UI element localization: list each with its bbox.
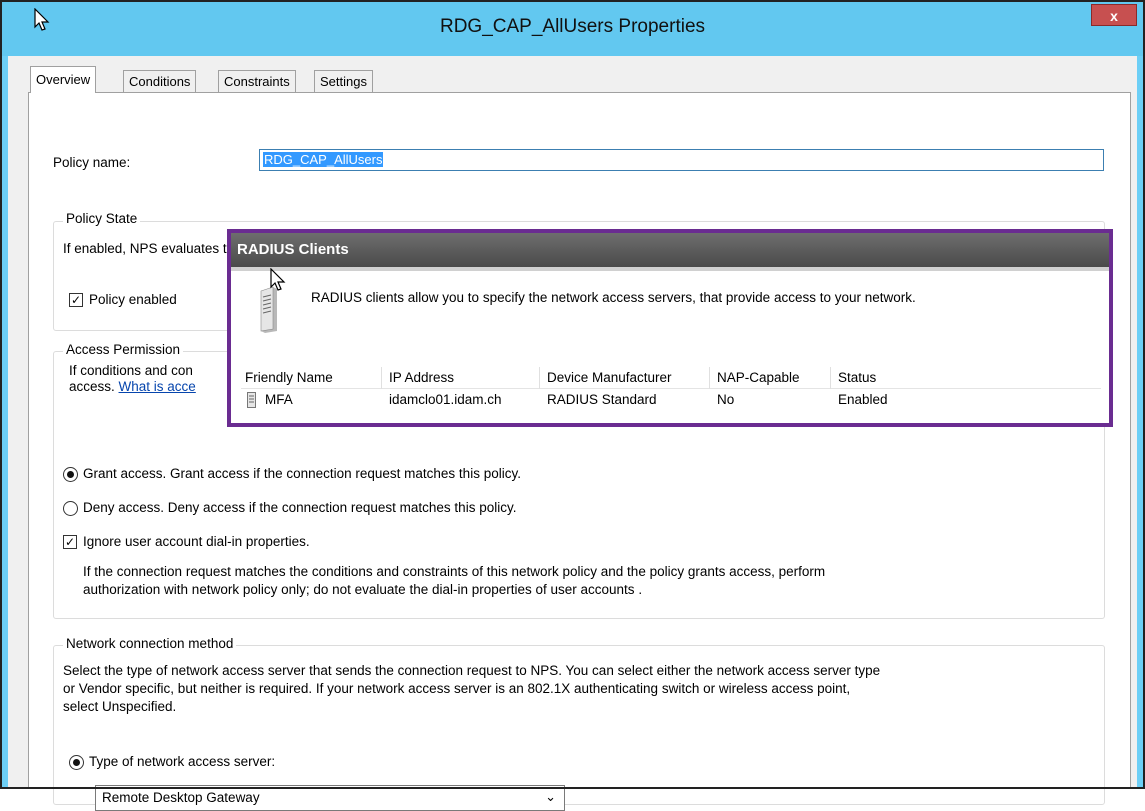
overview-tab-page: Policy name: RDG_CAP_AllUsers Policy Sta… [28,92,1131,811]
access-permission-desc-line1: If conditions and con [69,363,193,378]
ignore-dialin-checkbox[interactable]: ✓ [63,535,77,549]
column-header-device-manufacturer[interactable]: Device Manufacturer [547,370,672,385]
title-bar[interactable]: RDG_CAP_AllUsers Properties x [2,2,1143,56]
column-header-status[interactable]: Status [838,370,876,385]
network-connection-desc-line1: Select the type of network access server… [63,663,881,678]
policy-state-title: Policy State [63,211,141,226]
policy-name-value: RDG_CAP_AllUsers [263,152,384,167]
deny-access-radio[interactable] [63,501,78,516]
window-title: RDG_CAP_AllUsers Properties [439,16,706,37]
server-icon [260,286,277,333]
cell-device-manufacturer: RADIUS Standard [547,392,657,407]
mouse-cursor-icon [34,8,50,31]
nas-type-radio[interactable] [69,755,84,770]
policy-enabled-checkbox[interactable]: ✓ [69,293,83,307]
column-header-ip-address[interactable]: IP Address [389,370,454,385]
network-connection-desc-line2: or Vendor specific, but neither is requi… [63,681,851,696]
ignore-dialin-desc-line1: If the connection request matches the co… [83,564,826,579]
access-permission-desc-line2: access. What is acce [69,379,196,394]
table-header-row: Friendly Name IP Address Device Manufact… [241,367,1101,389]
cell-ip-address: idamclo01.idam.ch [389,392,502,407]
cell-status: Enabled [838,392,888,407]
grant-access-radio[interactable] [63,467,78,482]
nas-type-label: Type of network access server: [89,754,276,769]
network-connection-desc-line3: select Unspecified. [63,699,177,714]
tab-conditions[interactable]: Conditions [123,70,197,92]
policy-enabled-label: Policy enabled [89,292,177,307]
access-permission-title: Access Permission [63,342,184,357]
tab-constraints[interactable]: Constraints [218,70,296,92]
chevron-down-icon: ⌄ [545,789,556,804]
radius-clients-description: RADIUS clients allow you to specify the … [311,290,916,305]
nas-type-value: Remote Desktop Gateway [102,790,260,805]
radius-header-divider [231,267,1109,271]
network-connection-title: Network connection method [63,636,237,651]
grant-access-label: Grant access. Grant access if the connec… [83,466,521,481]
radius-clients-panel: RADIUS Clients RADIUS clients allow you … [227,229,1113,427]
table-row[interactable]: MFA idamclo01.idam.ch RADIUS Standard No… [241,389,1101,411]
radius-clients-table: Friendly Name IP Address Device Manufact… [241,367,1101,411]
server-icon [247,392,256,408]
ignore-dialin-label: Ignore user account dial-in properties. [83,534,310,549]
ignore-dialin-desc-line2: authorization with network policy only; … [83,582,643,597]
what-is-access-link[interactable]: What is acce [119,379,196,394]
tab-settings[interactable]: Settings [314,70,373,92]
radius-clients-header: RADIUS Clients [231,233,1109,267]
policy-name-label: Policy name: [53,155,131,170]
tab-overview[interactable]: Overview [30,66,97,93]
deny-access-label: Deny access. Deny access if the connecti… [83,500,517,515]
policy-name-input[interactable]: RDG_CAP_AllUsers [259,149,1104,171]
cell-friendly-name: MFA [265,392,293,407]
column-header-nap-capable[interactable]: NAP-Capable [717,370,800,385]
column-header-friendly-name[interactable]: Friendly Name [245,370,333,385]
cell-nap-capable: No [717,392,735,407]
close-button[interactable]: x [1091,4,1137,26]
mouse-cursor-icon [270,268,286,291]
